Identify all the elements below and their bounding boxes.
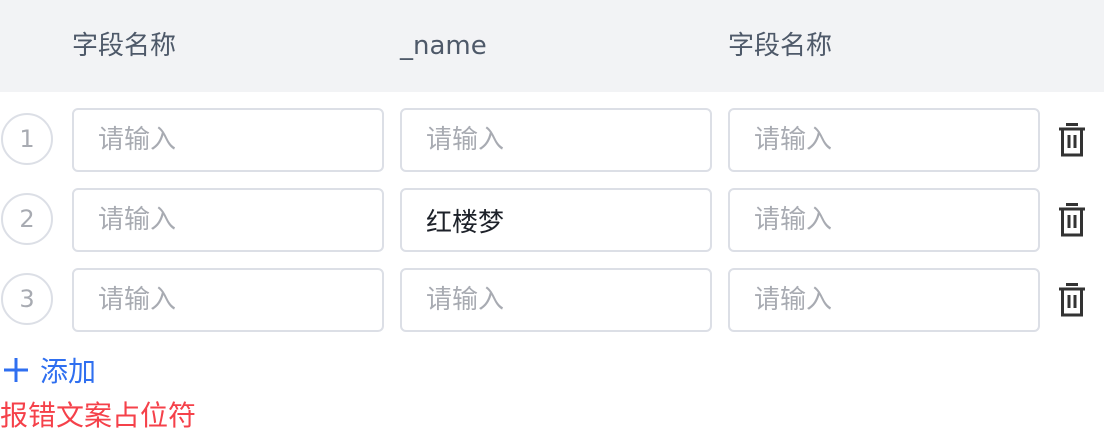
row-index-badge: 2 (1, 193, 53, 245)
name-input[interactable] (400, 108, 712, 172)
name-input[interactable] (400, 268, 712, 332)
field-name-input[interactable] (72, 108, 384, 172)
error-message: 报错文案占位符 (0, 399, 197, 432)
column-header-name: _name (400, 31, 487, 61)
trash-icon[interactable] (1057, 123, 1087, 157)
trash-icon[interactable] (1057, 203, 1087, 237)
name-input[interactable] (400, 188, 712, 252)
column-header-field-name-2: 字段名称 (728, 31, 833, 61)
add-row-button[interactable]: 添加 (2, 350, 96, 390)
add-button-label: 添加 (40, 355, 97, 388)
table-header: 字段名称 _name 字段名称 (0, 0, 1104, 92)
row-index-badge: 3 (1, 273, 53, 325)
field-name-input-2[interactable] (728, 268, 1040, 332)
field-name-input-2[interactable] (728, 108, 1040, 172)
column-header-field-name: 字段名称 (72, 31, 177, 61)
field-name-input-2[interactable] (728, 188, 1040, 252)
table-row: 3 (0, 268, 1104, 332)
field-name-input[interactable] (72, 268, 384, 332)
field-name-input[interactable] (72, 188, 384, 252)
row-index-badge: 1 (1, 113, 53, 165)
table-row: 2 (0, 188, 1104, 252)
trash-icon[interactable] (1057, 283, 1087, 317)
plus-icon (4, 358, 28, 382)
table-row: 1 (0, 108, 1104, 172)
